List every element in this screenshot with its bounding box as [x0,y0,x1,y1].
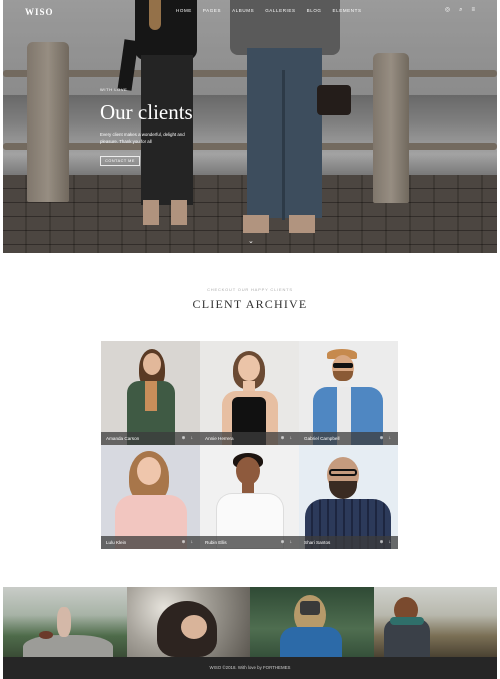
main-menu: HOME PAGES ALBUMS GALLERIES BLOG ELEMENT… [176,8,362,13]
card-action-icons[interactable]: ⊕ ↓ [380,435,393,441]
footer-copyright: WISO ©2018. With love by FORTHEMES [209,665,291,670]
client-name: Lulu Klein [106,540,127,545]
hero-banner: WISO HOME PAGES ALBUMS GALLERIES BLOG EL… [3,0,497,253]
client-photo [299,341,398,445]
client-card[interactable]: Annie Herrera ⊕ ↓ [200,341,299,445]
search-icon[interactable]: ⌕ [459,6,462,14]
card-action-icons[interactable]: ⊕ ↓ [182,435,195,441]
client-grid: Amanda Carson ⊕ ↓ Annie Herrera ⊕ ↓ Gabr… [101,341,399,549]
client-photo [200,445,299,549]
card-action-icons[interactable]: ⊕ ↓ [182,539,195,545]
chevron-down-icon[interactable]: ⌄ [248,237,254,245]
card-action-icons[interactable]: ⊕ ↓ [281,539,294,545]
site-logo[interactable]: WISO [25,7,54,17]
gallery-photo-camera-girl[interactable] [250,587,374,657]
client-name: Gabriel Campbell [304,436,340,441]
site-footer: WISO ©2018. With love by FORTHEMES [3,657,497,679]
card-action-icons[interactable]: ⊕ ↓ [281,435,294,441]
client-card[interactable]: Lulu Klein ⊕ ↓ [101,445,200,549]
menu-item-blog[interactable]: BLOG [307,8,322,13]
hero-description: Every client makes a wonderful, delight … [100,132,185,144]
gallery-photo-woman-lights[interactable] [126,587,250,657]
client-photo [200,341,299,445]
photo-strip [3,587,497,657]
hero-kicker: WITH LOVE [100,87,128,92]
client-photo [299,445,398,549]
client-photo [101,445,200,549]
hero-title: Our clients [100,100,193,124]
section-kicker: CHECKOUT OUR HAPPY CLIENTS [207,287,293,292]
top-nav: WISO HOME PAGES ALBUMS GALLERIES BLOG EL… [3,0,497,22]
menu-item-galleries[interactable]: GALLERIES [265,8,295,13]
client-card[interactable]: Amanda Carson ⊕ ↓ [101,341,200,445]
contact-me-button[interactable]: CONTACT ME [100,156,140,166]
gallery-photo-cliff[interactable] [3,587,127,657]
client-card[interactable]: Shari Santos ⊕ ↓ [299,445,398,549]
client-name: Shari Santos [304,540,331,545]
client-name: Amanda Carson [106,436,140,441]
nav-icons: ◎ ⌕ ≡ [445,6,475,14]
instagram-icon[interactable]: ◎ [445,6,450,14]
gallery-photo-field[interactable] [373,587,497,657]
client-card[interactable]: Gabriel Campbell ⊕ ↓ [299,341,398,445]
card-action-icons[interactable]: ⊕ ↓ [380,539,393,545]
client-name: Rubin Ellis [205,540,227,545]
client-name: Annie Herrera [205,436,234,441]
menu-item-pages[interactable]: PAGES [203,8,221,13]
section-title: CLIENT ARCHIVE [192,297,308,311]
client-card[interactable]: Rubin Ellis ⊕ ↓ [200,445,299,549]
menu-item-home[interactable]: HOME [176,8,192,13]
menu-item-elements[interactable]: ELEMENTS [333,8,362,13]
menu-icon[interactable]: ≡ [471,6,475,14]
client-photo [101,341,200,445]
menu-item-albums[interactable]: ALBUMS [232,8,254,13]
